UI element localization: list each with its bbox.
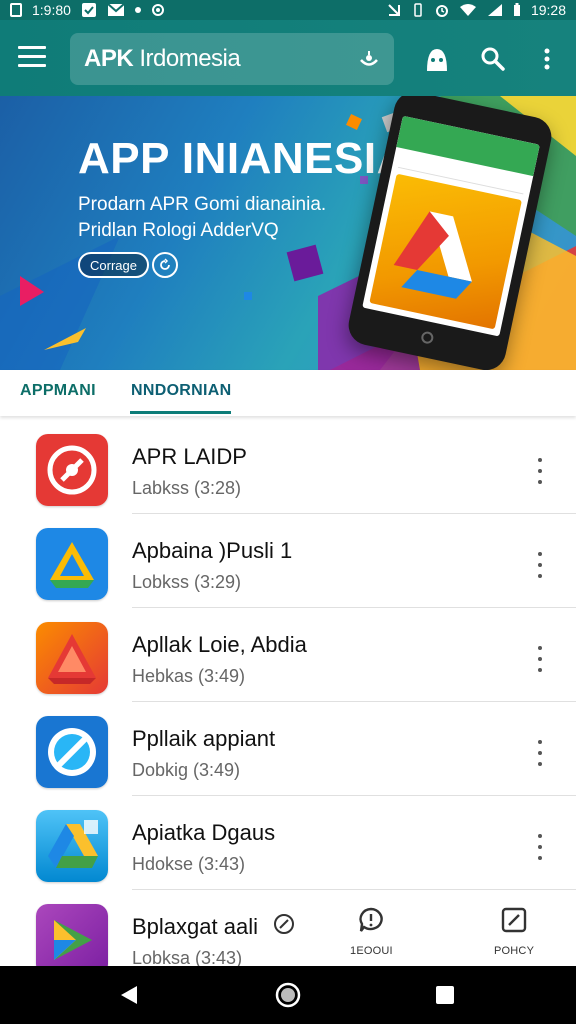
list-item[interactable]: Apiatka Dgaus Hdokse (3:43) <box>0 796 576 890</box>
drive-logo-icon <box>393 211 472 299</box>
app-name: APR LAIDP <box>132 444 247 469</box>
app-meta: Lobkss (3:29) <box>132 572 242 592</box>
app-name: Ppllaik appiant <box>132 726 276 751</box>
list-item[interactable]: Apbaina )Pusli 1 Lobkss (3:29) <box>0 514 576 608</box>
check-box-icon <box>81 2 97 18</box>
settings-gear-icon[interactable] <box>272 912 296 941</box>
bottom-actions: 1EOOUI POHCY <box>274 898 576 966</box>
app-name: Bplaxgat aali <box>132 914 258 939</box>
more-options-icon[interactable] <box>528 458 552 484</box>
tab-bar: APPMANI NNDORNIAN <box>0 370 576 416</box>
banner-subtitle-line2: Pridlan Rologi AdderVQ <box>78 220 279 241</box>
tab-appmani[interactable]: APPMANI <box>20 382 96 400</box>
battery-icon <box>513 3 521 17</box>
alarm-icon <box>435 3 449 17</box>
sim-icon <box>10 3 22 17</box>
active-tab-indicator <box>130 411 231 414</box>
nfc-icon <box>387 3 401 17</box>
tab-indonesian[interactable]: NNDORNIAN <box>131 382 231 400</box>
app-title-bold: APK <box>84 45 134 72</box>
more-options-icon[interactable] <box>528 552 552 578</box>
menu-icon[interactable] <box>18 46 46 70</box>
list-item[interactable]: APR LAIDP Labkss (3:28) <box>0 420 576 514</box>
signal-icon <box>487 3 503 17</box>
banner-button[interactable]: Corrage <box>78 252 149 278</box>
gmail-icon <box>107 3 125 17</box>
status-bar: 1:9:80 19:28 <box>0 0 576 20</box>
orange-triangle-app-icon <box>36 622 108 694</box>
more-options-icon[interactable] <box>528 646 552 672</box>
overflow-menu-icon[interactable] <box>532 44 562 74</box>
promo-banner[interactable]: APP INIANESIA Prodarn APR Gomi dianainia… <box>0 96 576 370</box>
banner-title: APP INIANESIA <box>78 134 409 183</box>
navigation-bar <box>0 966 576 1024</box>
status-left-time: 1:9:80 <box>32 2 71 18</box>
drive-app-icon <box>36 810 108 882</box>
edit-icon <box>500 906 528 939</box>
red-circle-app-icon <box>36 434 108 506</box>
banner-subtitle: Prodarn APR Gomi dianainia. Pridlan Rolo… <box>78 192 326 244</box>
dot-icon <box>134 7 141 13</box>
vibrate-icon <box>411 3 425 17</box>
chat-icon <box>357 906 385 939</box>
app-bar: APK Irdomesia <box>0 20 576 96</box>
account-icon[interactable] <box>422 44 452 74</box>
app-meta: Hebkas (3:49) <box>132 666 246 686</box>
list-item[interactable]: Apllak Loie, Abdia Hebkas (3:49) <box>0 608 576 702</box>
more-options-icon[interactable] <box>528 834 552 860</box>
list-item[interactable]: Ppllaik appiant Dobkig (3:49) <box>0 702 576 796</box>
app-name: Apiatka Dgaus <box>132 820 276 845</box>
app-name: Apllak Loie, Abdia <box>132 632 307 657</box>
app-name: Apbaina )Pusli 1 <box>132 538 293 563</box>
app-meta: Dobkig (3:49) <box>132 760 241 780</box>
app-title-rest: Irdomesia <box>139 45 241 72</box>
blue-triangle-app-icon <box>36 528 108 600</box>
app-title: APK Irdomesia <box>84 45 241 73</box>
banner-subtitle-line1: Prodarn APR Gomi dianainia. <box>78 194 327 215</box>
status-right-time: 19:28 <box>530 2 566 18</box>
location-icon <box>151 3 165 17</box>
back-icon[interactable] <box>116 982 142 1008</box>
app-meta: Labkss (3:28) <box>132 478 242 498</box>
recents-icon[interactable] <box>432 982 458 1008</box>
more-options-icon[interactable] <box>528 740 552 766</box>
phone-screen <box>362 115 540 337</box>
app-meta: Hdokse (3:43) <box>132 854 246 874</box>
bottom-action-policy[interactable]: POHCY <box>494 906 534 957</box>
bottom-action-feedback[interactable]: 1EOOUI <box>350 906 393 957</box>
home-icon[interactable] <box>275 982 301 1008</box>
refresh-icon[interactable] <box>152 252 178 278</box>
bottom-action-label: POHCY <box>494 945 535 957</box>
bottom-action-label: 1EOOUI <box>350 945 393 957</box>
blue-compass-app-icon <box>36 716 108 788</box>
search-bar[interactable]: APK Irdomesia <box>70 33 394 85</box>
wifi-icon <box>459 3 477 17</box>
search-icon[interactable] <box>478 44 508 74</box>
voice-icon[interactable] <box>356 47 382 73</box>
